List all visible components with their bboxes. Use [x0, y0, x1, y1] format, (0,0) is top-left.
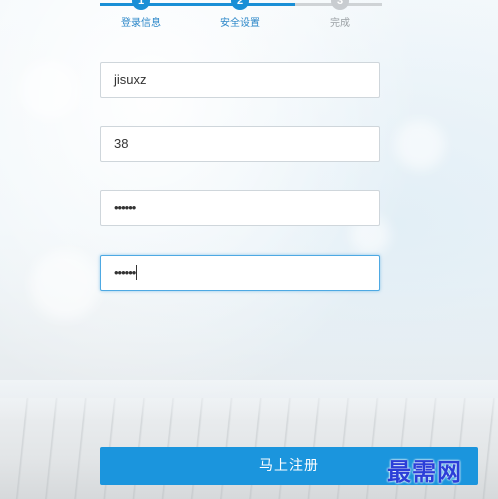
background-bokeh — [20, 60, 80, 120]
step-3-circle: 3 — [331, 0, 349, 10]
age-input[interactable]: 38 — [100, 126, 380, 162]
step-complete: 3 完成 — [300, 0, 380, 29]
text-caret — [136, 265, 138, 280]
background-bokeh — [30, 250, 100, 320]
step-1-circle: 1 — [132, 0, 150, 10]
registration-steps: 1 登录信息 2 安全设置 3 完成 — [100, 0, 382, 40]
background-bokeh — [395, 120, 445, 170]
confirm-password-input[interactable]: •••••• — [100, 255, 380, 291]
watermark-logo: 最需网 — [387, 457, 462, 486]
confirm-password-masked-value: •••••• — [114, 265, 138, 280]
username-input[interactable]: jisuxz — [100, 62, 380, 98]
age-value: 38 — [114, 136, 129, 151]
step-2-circle: 2 — [231, 0, 249, 10]
step-login-info: 1 登录信息 — [101, 0, 181, 29]
background-floor-fade — [0, 380, 498, 420]
password-masked-value: •••••• — [114, 200, 136, 215]
step-2-label: 安全设置 — [220, 18, 260, 29]
step-security-settings: 2 安全设置 — [200, 0, 280, 29]
password-input[interactable]: •••••• — [100, 190, 380, 226]
step-1-label: 登录信息 — [121, 18, 161, 29]
step-3-label: 完成 — [330, 18, 350, 29]
username-value: jisuxz — [114, 72, 147, 87]
